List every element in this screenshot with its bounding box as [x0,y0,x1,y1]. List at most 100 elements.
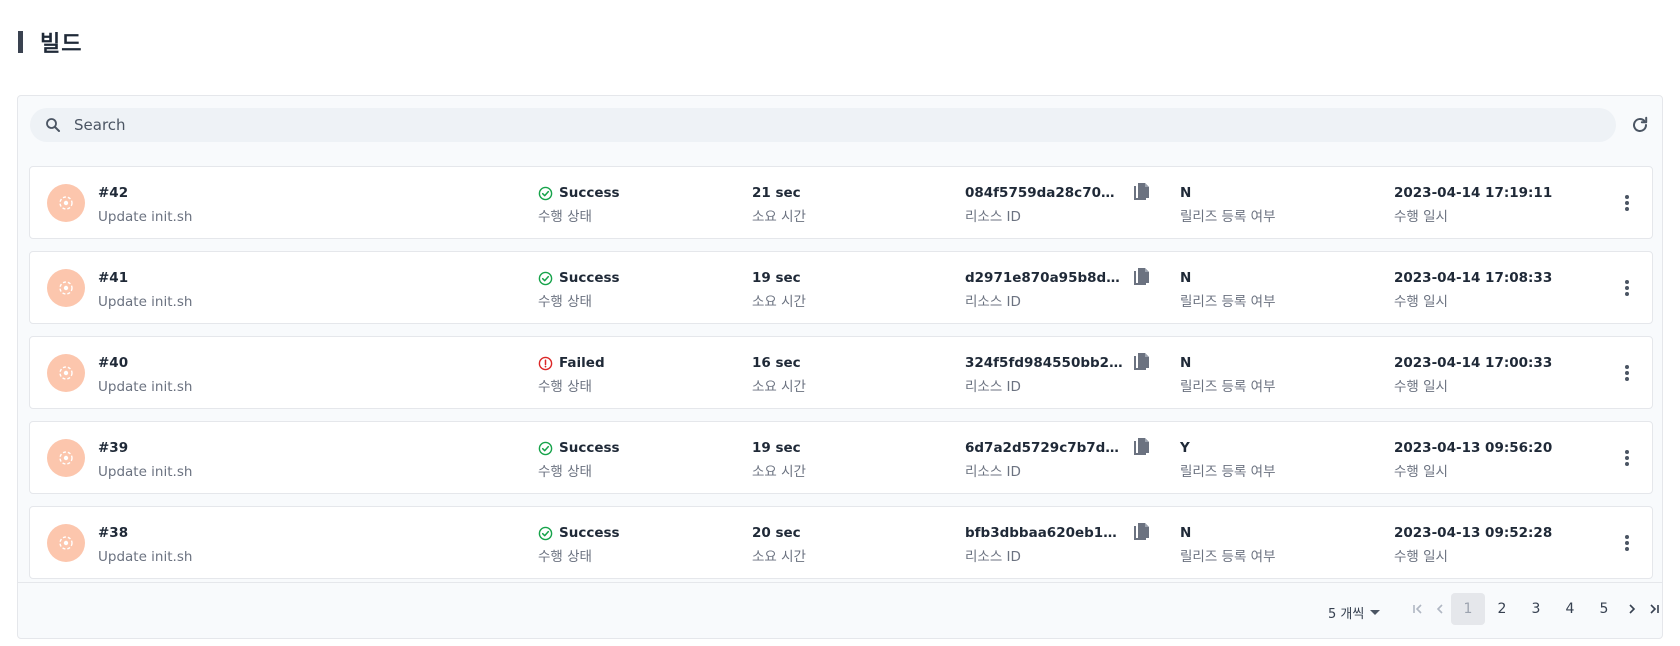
refresh-button[interactable] [1628,113,1652,137]
search-icon [44,116,62,134]
chevron-left-icon [1433,602,1447,616]
build-duration-cell: 21 sec 소요 시간 [752,184,932,226]
build-status-cell: Success 수행 상태 [538,269,718,311]
build-duration-cell: 19 sec 소요 시간 [752,269,932,311]
build-commit-message: Update init.sh [98,379,193,395]
build-status-text: Success [559,270,620,286]
build-duration: 16 sec [752,355,801,371]
build-status: Success [538,269,718,287]
resource-label: 리소스 ID [965,549,1021,565]
build-icon [57,279,75,297]
page-button-5[interactable]: 5 [1587,593,1621,625]
search-box[interactable] [30,108,1616,142]
build-icon [57,194,75,212]
resource-label: 리소스 ID [965,209,1021,225]
release-label: 릴리즈 등록 여부 [1180,379,1276,395]
duration-label: 소요 시간 [752,549,806,565]
build-duration-cell: 16 sec 소요 시간 [752,354,932,396]
release-label: 릴리즈 등록 여부 [1180,549,1276,565]
copy-resource-id-button[interactable] [1131,436,1151,458]
duration-label: 소요 시간 [752,209,806,225]
copy-resource-id-button[interactable] [1131,351,1151,373]
build-avatar [47,439,85,477]
prev-page-button[interactable] [1429,593,1451,625]
copy-icon [1132,437,1150,457]
search-input[interactable] [74,116,1574,134]
build-number: #39 [98,440,129,456]
build-icon [57,534,75,552]
build-date: 2023-04-13 09:56:20 [1394,440,1553,456]
more-options-button[interactable] [1615,531,1639,555]
resource-label: 리소스 ID [965,294,1021,310]
build-number: #40 [98,355,129,371]
build-release-flag: N [1180,525,1192,541]
copy-icon [1132,182,1150,202]
build-release-cell: N 릴리즈 등록 여부 [1180,269,1380,311]
build-avatar [47,184,85,222]
copy-icon [1132,352,1150,372]
check-circle-icon [538,441,559,456]
next-page-button[interactable] [1621,593,1643,625]
copy-resource-id-button[interactable] [1131,266,1151,288]
build-release-cell: N 릴리즈 등록 여부 [1180,354,1380,396]
page-button-1[interactable]: 1 [1451,593,1485,625]
copy-resource-id-button[interactable] [1131,521,1151,543]
build-row-39[interactable]: #39 Update init.sh Success 수행 상태 19 sec … [29,421,1653,494]
build-resource-cell: 324f5fd984550bb219a… 리소스 ID [965,351,1175,396]
build-status-text: Success [559,440,620,456]
copy-resource-id-button[interactable] [1131,181,1151,203]
build-date: 2023-04-14 17:19:11 [1394,185,1553,201]
last-page-button[interactable] [1643,593,1665,625]
build-resource-id: bfb3dbbaa620eb180b… [965,525,1123,541]
build-status: Success [538,524,718,542]
duration-label: 소요 시간 [752,294,806,310]
more-options-button[interactable] [1615,361,1639,385]
build-date-cell: 2023-04-14 17:00:33 수행 일시 [1394,354,1594,396]
more-vertical-icon [1624,194,1630,212]
build-resource-cell: bfb3dbbaa620eb180b… 리소스 ID [965,521,1175,566]
build-resource-id: 324f5fd984550bb219a… [965,355,1123,371]
more-options-button[interactable] [1615,191,1639,215]
build-commit-message: Update init.sh [98,294,193,310]
refresh-icon [1630,115,1650,135]
build-icon [57,364,75,382]
build-date: 2023-04-14 17:00:33 [1394,355,1553,371]
page-button-4[interactable]: 4 [1553,593,1587,625]
build-status-text: Success [559,525,620,541]
release-label: 릴리즈 등록 여부 [1180,294,1276,310]
build-resource-id: d2971e870a95b8d12a… [965,270,1123,286]
page-button-2[interactable]: 2 [1485,593,1519,625]
build-resource-cell: d2971e870a95b8d12a… 리소스 ID [965,266,1175,311]
build-title-cell: #41 Update init.sh [98,269,518,311]
build-row-40[interactable]: #40 Update init.sh Failed 수행 상태 16 sec 소… [29,336,1653,409]
resource-label: 리소스 ID [965,379,1021,395]
duration-label: 소요 시간 [752,464,806,480]
more-options-button[interactable] [1615,276,1639,300]
build-date: 2023-04-14 17:08:33 [1394,270,1553,286]
page-button-3[interactable]: 3 [1519,593,1553,625]
build-release-flag: N [1180,270,1192,286]
build-row-41[interactable]: #41 Update init.sh Success 수행 상태 19 sec … [29,251,1653,324]
first-page-button[interactable] [1407,593,1429,625]
more-vertical-icon [1624,534,1630,552]
build-title-cell: #42 Update init.sh [98,184,518,226]
more-options-button[interactable] [1615,446,1639,470]
last-page-icon [1647,602,1661,616]
date-label: 수행 일시 [1394,379,1448,395]
pager: 1 2 3 4 5 [1407,593,1665,625]
check-circle-icon [538,526,559,541]
build-status: Failed [538,354,718,372]
build-resource-cell: 6d7a2d5729c7b7d541… 리소스 ID [965,436,1175,481]
caret-down-icon [1370,610,1381,615]
build-release-cell: Y 릴리즈 등록 여부 [1180,439,1380,481]
pagination-footer: 5 개씩 1 2 3 4 5 [18,582,1662,638]
date-label: 수행 일시 [1394,464,1448,480]
build-duration-cell: 19 sec 소요 시간 [752,439,932,481]
page-size-select[interactable]: 5 개씩 [1328,603,1381,622]
build-resource-cell: 084f5759da28c7071d… 리소스 ID [965,181,1175,226]
build-date-cell: 2023-04-14 17:08:33 수행 일시 [1394,269,1594,311]
build-release-flag: Y [1180,440,1190,456]
build-row-42[interactable]: #42 Update init.sh Success 수행 상태 21 sec … [29,166,1653,239]
build-row-38[interactable]: #38 Update init.sh Success 수행 상태 20 sec … [29,506,1653,579]
page: 빌드 #42 Update init.sh [0,0,1680,646]
